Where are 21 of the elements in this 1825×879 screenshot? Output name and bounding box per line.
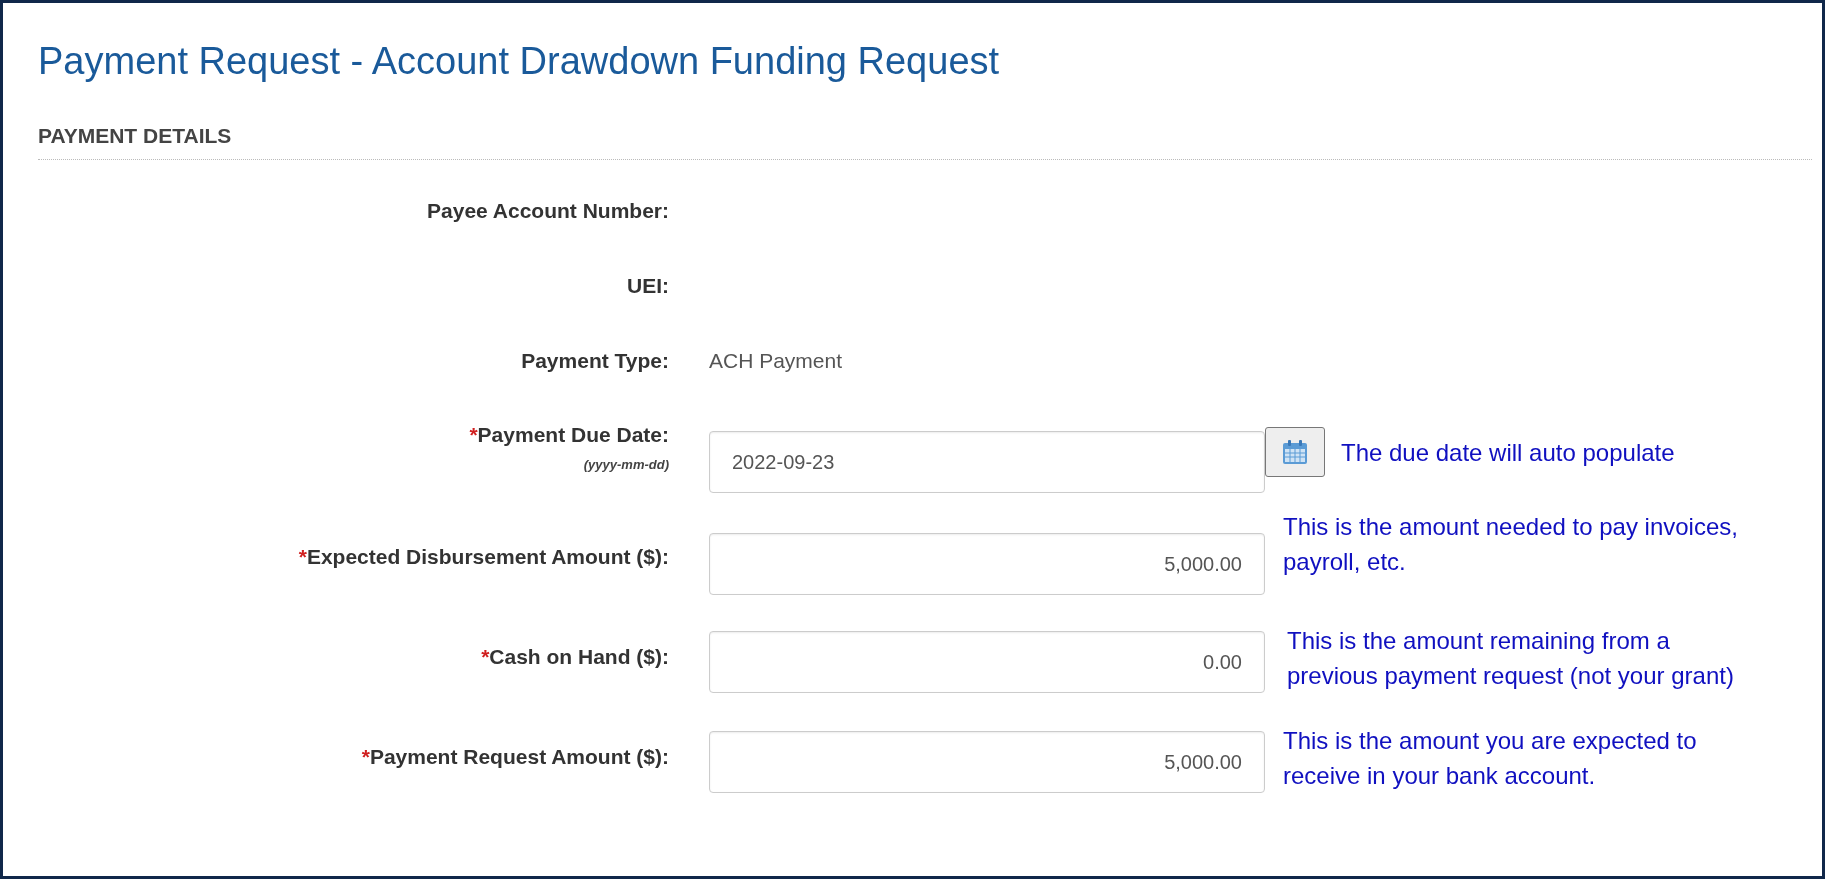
calendar-button[interactable] — [1265, 427, 1325, 477]
field-label: *Payment Due Date: — [469, 423, 669, 447]
amount-field[interactable]: 5,000.00 — [709, 731, 1265, 793]
field-label: UEI: — [627, 274, 669, 298]
calendar-icon — [1281, 438, 1309, 466]
field-value: ACH Payment — [709, 349, 843, 372]
annotation-text: This is the amount remaining from a previous payment request (not your grant) — [1287, 626, 1735, 691]
annotation-text: The due date will auto populate — [1341, 437, 1675, 468]
field-label: *Cash on Hand ($): — [481, 645, 669, 669]
annotation-text: This is the amount needed to pay invoices, payroll, etc. — [1283, 512, 1739, 577]
annotation-text: This is the amount you are expected to receive in your bank account. — [1283, 726, 1698, 791]
field-label: Payee Account Number: — [427, 199, 669, 223]
field-label: *Expected Disbursement Amount ($): — [298, 545, 669, 569]
page-title: Payment Request - Account Drawdown Funding Request — [38, 39, 1001, 83]
date-field[interactable]: 2022-09-23 — [709, 431, 1265, 493]
field-label: *Payment Request Amount ($): — [361, 745, 669, 769]
section-heading: PAYMENT DETAILS — [38, 123, 233, 149]
amount-field[interactable]: 5,000.00 — [709, 533, 1265, 595]
field-label: Payment Type: — [521, 349, 669, 373]
amount-field[interactable]: 0.00 — [709, 631, 1265, 693]
format-hint: (yyyy-mm-dd) — [583, 457, 669, 472]
